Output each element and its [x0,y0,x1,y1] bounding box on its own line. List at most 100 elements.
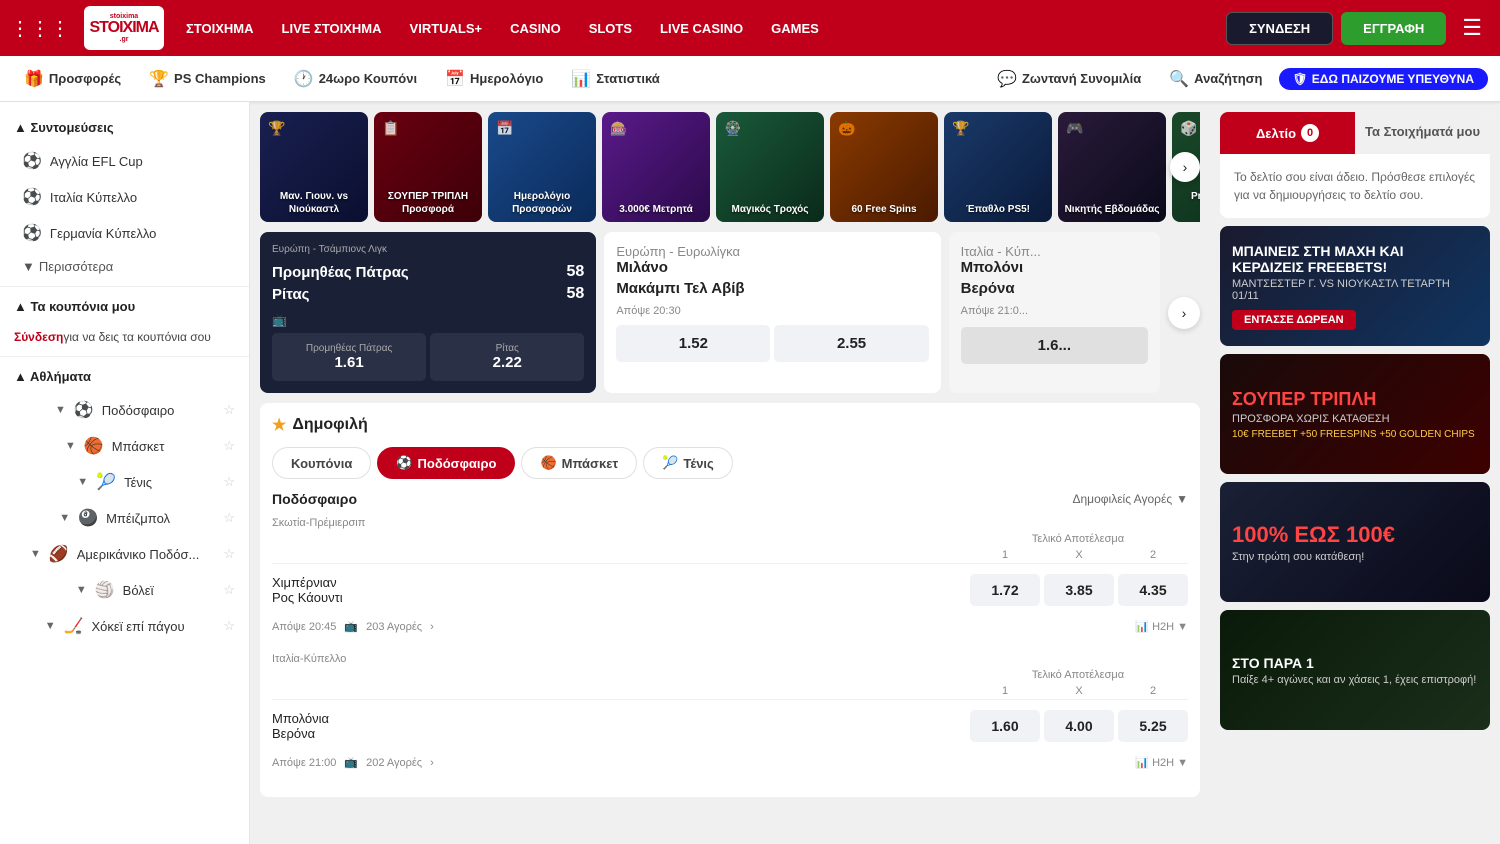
betslip-tab-active[interactable]: Δελτίο 0 [1220,112,1355,154]
match-footer-0: Απόψε 20:45 📺 203 Αγορές › 📊 H2H ▼ [272,616,1188,637]
sidebar-sport-baseball[interactable]: ▼ 🎱 Μπέιζμπολ ☆ [0,500,249,536]
hamburger-icon[interactable]: ☰ [1454,11,1490,45]
coupons-header[interactable]: ▲ Τα κουπόνια μου [0,291,249,322]
match-block-1: Ιταλία-Κύπελλο Τελικό Αποτέλεσμα 1 Χ 2 Μ… [272,649,1188,773]
sec-nav-right: 💬 Ζωντανή Συνομιλία 🔍 Αναζήτηση 🛡 ΕΔΩ ΠΑ… [985,63,1488,95]
nav-slots[interactable]: SLOTS [577,13,644,44]
popular-header: ★ Δημοφιλή [272,415,1188,435]
promo-card-6[interactable]: 🏆 Έπαθλο PS5! [944,112,1052,222]
match-teams-1: Μπολόνια Βερόνα [272,711,970,741]
chevron-down-icon-5: ▼ [30,548,41,560]
chevron-down-markets: ▼ [1176,492,1188,506]
star-icon-3[interactable]: ☆ [223,474,235,490]
bet-btn-0-1[interactable]: Προμηθέας Πάτρας 1.61 [272,333,426,381]
bet-cell-0-1[interactable]: 1.72 [970,574,1040,606]
nav-live-stoixima[interactable]: LIVE ΣΤΟΙΧΗΜΑ [270,13,394,44]
bet-btn-1-2[interactable]: 2.55 [774,325,928,362]
more-bets-1[interactable]: 202 Αγορές [366,757,422,769]
coupon-signin-link[interactable]: Σύνδεση [14,330,63,344]
grid-icon[interactable]: ⋮⋮⋮ [10,16,70,41]
trophy-icon: 🏆 [149,69,169,89]
nav-virtuals[interactable]: VIRTUALS+ [398,13,495,44]
sec-nav-statistics[interactable]: 📊 Στατιστικά [559,63,671,95]
promo-card-5[interactable]: 🎃 60 Free Spins [830,112,938,222]
promo-card-2[interactable]: 📅 Ημερολόγιο Προσφορών [488,112,596,222]
promo-card-3[interactable]: 🎰 3.000€ Μετρητά [602,112,710,222]
responsible-gaming-badge[interactable]: 🛡 ΕΔΩ ΠΑΙΖΟΥΜΕ ΥΠΕΥΘΥΝΑ [1279,68,1489,90]
live-match-card-1: Ευρώπη - Ευρωλίγκα Μιλάνο Μακάμπι Τελ Αβ… [604,232,940,393]
h2h-1[interactable]: 📊 H2H ▼ [1135,756,1188,769]
banner-triple[interactable]: ΣΟΥΠΕΡ ΤΡΙΠΛΗ ΠΡΟΣΦΟΡΑ ΧΩΡΙΣ ΚΑΤΑΘΕΣΗ 10… [1220,354,1490,474]
bet-cell-0-2[interactable]: 4.35 [1118,574,1188,606]
more-bets-0[interactable]: 203 Αγορές [366,621,422,633]
h2h-0[interactable]: 📊 H2H ▼ [1135,620,1188,633]
calendar-icon: 📅 [445,69,465,89]
banner-ps-champions[interactable]: ΜΠΑΙΝΕΙΣ ΣΤΗ ΜΑΧΗ ΚΑΙ ΚΕΡΔΙΖΕΙΣ FREEBETS… [1220,226,1490,346]
shortcuts-more[interactable]: ▼ Περισσότερα [0,251,249,282]
shortcuts-header[interactable]: ▲ Συντομεύσεις [0,112,249,143]
sidebar-item-italy-cup[interactable]: ⚽ Ιταλία Κύπελλο [0,179,249,215]
tennis-tab-icon: 🎾 [662,455,678,471]
tab-tennis[interactable]: 🎾 Τένις [643,447,733,479]
nav-games[interactable]: GAMES [759,13,831,44]
match-teams-0: Χιμπέρνιαν Ρος Κάουντι [272,575,970,605]
sidebar-item-germany-cup[interactable]: ⚽ Γερμανία Κύπελλο [0,215,249,251]
sec-nav-ps-champions[interactable]: 🏆 PS Champions [137,63,278,95]
sidebar-sport-football[interactable]: ▼ ⚽ Ποδόσφαιρο ☆ [0,392,249,428]
promo-card-4[interactable]: 🎡 Μαγικός Τροχός [716,112,824,222]
sidebar-sport-volleyball[interactable]: ▼ 🏐 Βόλεϊ ☆ [0,572,249,608]
betslip-tab-mybets[interactable]: Τα Στοιχήματά μου [1355,112,1490,154]
star-icon[interactable]: ☆ [223,402,235,418]
banner-100[interactable]: 100% ΕΩΣ 100€ Στην πρώτη σου κατάθεση! [1220,482,1490,602]
sec-nav-promotions[interactable]: 🎁 Προσφορές [12,63,133,95]
promo-card-7[interactable]: 🎮 Νικητής Εβδομάδας [1058,112,1166,222]
sec-nav-search[interactable]: 🔍 Αναζήτηση [1157,63,1274,95]
promo-card-1[interactable]: 📋 ΣΟΥΠΕΡ ΤΡΙΠΛΗ Προσφορά [374,112,482,222]
promo-card-0[interactable]: 🏆 Μαν. Γιουν. vs Νιούκαστλ [260,112,368,222]
bet-cell-0-x[interactable]: 3.85 [1044,574,1114,606]
popular-markets-dropdown[interactable]: Δημοφιλείς Αγορές ▼ [1072,492,1188,506]
star-icon-4[interactable]: ☆ [223,510,235,526]
sidebar-sport-basketball[interactable]: ▼ 🏀 Μπάσκετ ☆ [0,428,249,464]
football-icon-2: ⚽ [22,187,42,207]
sport-subtitle: Ποδόσφαιρο Δημοφιλείς Αγορές ▼ [272,491,1188,507]
login-button[interactable]: ΣΥΝΔΕΣΗ [1226,12,1333,45]
sec-nav-live-chat[interactable]: 💬 Ζωντανή Συνομιλία [985,63,1153,95]
chat-icon: 💬 [997,69,1017,89]
star-icon-6[interactable]: ☆ [223,582,235,598]
bet-cell-1-1[interactable]: 1.60 [970,710,1040,742]
register-button[interactable]: ΕΓΓΡΑΦΗ [1341,12,1446,45]
promo-next-button[interactable]: › [1170,152,1200,182]
secondary-navigation: 🎁 Προσφορές 🏆 PS Champions 🕐 24ωρο Κουπό… [0,56,1500,102]
tab-basketball[interactable]: 🏀 Μπάσκετ [521,447,637,479]
sec-nav-calendar[interactable]: 📅 Ημερολόγιο [433,63,555,95]
sidebar-item-england-efl[interactable]: ⚽ Αγγλία EFL Cup [0,143,249,179]
sports-header[interactable]: ▲ Αθλήματα [0,361,249,392]
tv-icon-match0: 📺 [344,620,358,633]
tab-coupons[interactable]: Κουπόνια [272,447,371,479]
search-icon: 🔍 [1169,69,1189,89]
banner-para1[interactable]: ΣΤΟ ΠΑΡΑ 1 Παίξε 4+ αγώνες και αν χάσεις… [1220,610,1490,730]
tv-icon: 📺 [272,313,584,327]
logo[interactable]: stoixima STOIXIMA .gr [84,6,164,50]
banner-ps-btn[interactable]: ΕΝΤΑΣΣΕ ΔΩΡΕΑΝ [1232,310,1356,330]
bet-cell-1-x[interactable]: 4.00 [1044,710,1114,742]
nav-casino[interactable]: CASINO [498,13,573,44]
volleyball-icon: 🏐 [95,580,115,600]
sec-nav-24h-coupon[interactable]: 🕐 24ωρο Κουπόνι [282,63,429,95]
star-icon-2[interactable]: ☆ [223,438,235,454]
bet-cell-1-2[interactable]: 5.25 [1118,710,1188,742]
bet-btn-2-1[interactable]: 1.6... [961,327,1148,364]
star-icon-7[interactable]: ☆ [223,618,235,634]
bet-btn-1-1[interactable]: 1.52 [616,325,770,362]
nav-stoixima[interactable]: ΣΤΟΙΧΗΜΑ [174,13,266,44]
tab-football[interactable]: ⚽ Ποδόσφαιρο [377,447,515,479]
bet-btn-0-2[interactable]: Ρίτας 2.22 [430,333,584,381]
star-icon-5[interactable]: ☆ [223,546,235,562]
live-next-button[interactable]: › [1168,297,1200,329]
sidebar-sport-hockey[interactable]: ▼ 🏒 Χόκεϊ επί πάγου ☆ [0,608,249,644]
nav-live-casino[interactable]: LIVE CASINO [648,13,755,44]
sidebar-sport-tennis[interactable]: ▼ 🎾 Τένις ☆ [0,464,249,500]
sidebar-sport-american-football[interactable]: ▼ 🏈 Αμερικάνικο Ποδόσ... ☆ [0,536,249,572]
team2-match-1: Βερόνα [272,726,970,741]
